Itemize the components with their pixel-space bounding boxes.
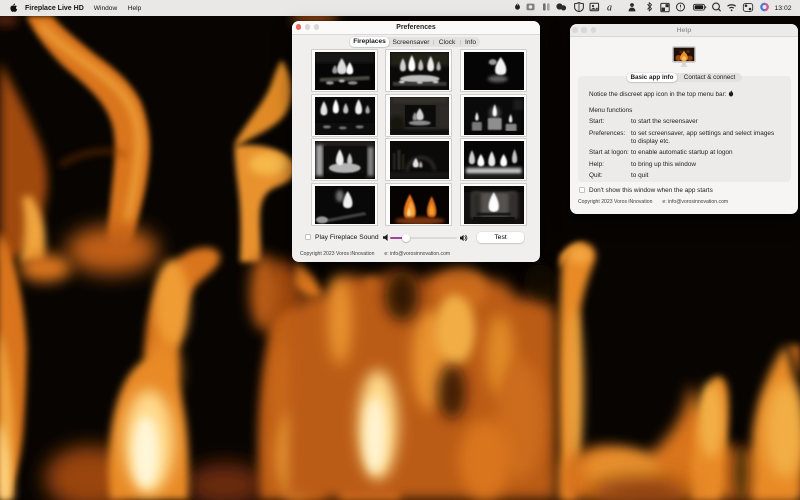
svg-text:13:02: 13:02 — [775, 5, 792, 12]
svg-text:a: a — [607, 3, 612, 14]
